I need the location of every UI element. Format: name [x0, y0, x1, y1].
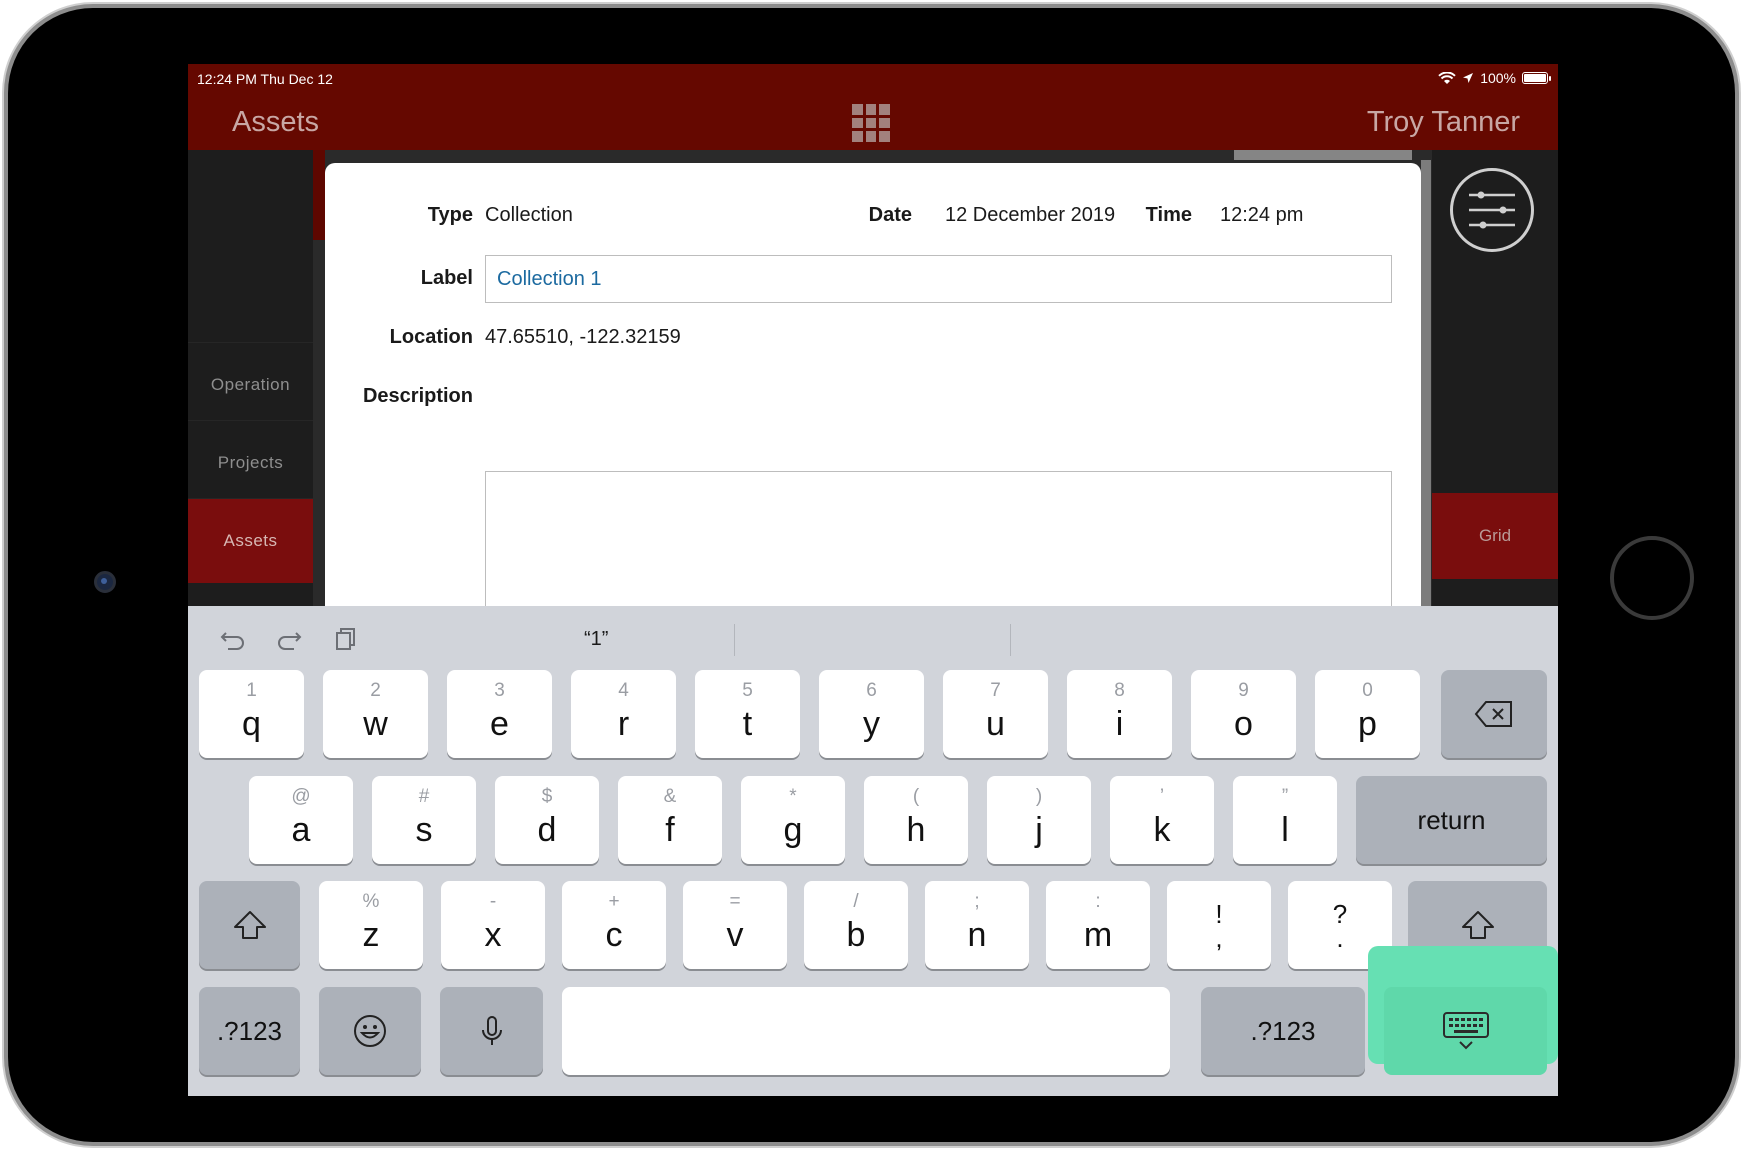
- keyboard: “1” 1q 2w 3e 4r 5t 6y 7u 8i 9o 0p @ a # s …: [188, 606, 1558, 1096]
- location-label: Location: [389, 326, 473, 348]
- key-w[interactable]: 2w: [323, 670, 428, 758]
- location-arrow-icon: [1463, 73, 1474, 83]
- user-name[interactable]: Troy Tanner: [1367, 106, 1520, 139]
- key-l[interactable]: ” l: [1233, 776, 1337, 864]
- redo-icon[interactable]: [274, 624, 304, 654]
- shortcut-bar: “1”: [188, 606, 1558, 672]
- sidebar-item-projects[interactable]: Projects: [188, 420, 313, 505]
- space-key[interactable]: [562, 987, 1170, 1075]
- battery-percent: 100%: [1480, 70, 1516, 86]
- key-q[interactable]: 1q: [199, 670, 304, 758]
- dictation-key[interactable]: [440, 987, 543, 1075]
- front-camera: [94, 571, 116, 593]
- sliders-icon[interactable]: [1450, 168, 1534, 252]
- key-o[interactable]: 9o: [1191, 670, 1296, 758]
- microphone-icon: [481, 1016, 502, 1045]
- key-y[interactable]: 6y: [819, 670, 924, 758]
- status-bar: 12:24 PM Thu Dec 12 100%: [188, 64, 1558, 92]
- key-t[interactable]: 5t: [695, 670, 800, 758]
- home-button[interactable]: [1610, 536, 1694, 620]
- sidebar-item-operation[interactable]: Operation: [188, 342, 313, 427]
- key-s[interactable]: # s: [372, 776, 476, 864]
- nav-bar: Assets Troy Tanner: [188, 92, 1558, 150]
- backspace-key[interactable]: [1441, 670, 1547, 758]
- grid-icon[interactable]: [852, 104, 890, 142]
- emoji-key[interactable]: [319, 987, 421, 1075]
- key-g[interactable]: * g: [741, 776, 845, 864]
- label-input[interactable]: Collection 1: [485, 255, 1392, 303]
- delete-icon: [1474, 701, 1512, 727]
- key-k[interactable]: ’ k: [1110, 776, 1214, 864]
- suggestion-1[interactable]: “1”: [584, 628, 608, 651]
- date-value: 12 December 2019: [945, 204, 1116, 226]
- sidebar-item-assets[interactable]: Assets: [188, 498, 313, 583]
- key-p[interactable]: 0p: [1315, 670, 1420, 758]
- key-exclaim-comma[interactable]: !,: [1167, 881, 1271, 969]
- shift-key-left[interactable]: [199, 881, 300, 969]
- key-a[interactable]: @ a: [249, 776, 353, 864]
- side-nav: Operation Projects Assets: [188, 150, 325, 610]
- grid-tab[interactable]: Grid: [1432, 493, 1558, 579]
- description-label: Description: [362, 385, 473, 407]
- shift-icon: [1461, 911, 1494, 939]
- suggestion-separator: [1010, 624, 1011, 656]
- key-z[interactable]: % z: [319, 881, 423, 969]
- suggestion-separator: [734, 624, 735, 656]
- status-time: 12:24 PM Thu Dec 12: [197, 71, 333, 87]
- key-h[interactable]: (h: [864, 776, 968, 864]
- wifi-icon: [1438, 71, 1456, 84]
- key-b[interactable]: / b: [804, 881, 908, 969]
- battery-icon: [1522, 72, 1551, 84]
- asset-form: Type Collection Date 12 December 2019 Ti…: [325, 163, 1421, 617]
- key-u[interactable]: 7u: [943, 670, 1048, 758]
- description-input[interactable]: [485, 471, 1392, 617]
- key-m[interactable]: :m: [1046, 881, 1150, 969]
- key-d[interactable]: $ d: [495, 776, 599, 864]
- status-right: 100%: [1438, 70, 1551, 86]
- undo-icon[interactable]: [218, 624, 248, 654]
- right-panel: Grid: [1432, 150, 1558, 610]
- time-label: Time: [1145, 204, 1192, 226]
- date-label: Date: [868, 204, 912, 226]
- numbers-key-right[interactable]: .?123: [1201, 987, 1365, 1075]
- key-n[interactable]: ; n: [925, 881, 1029, 969]
- emoji-icon: [354, 1015, 386, 1047]
- key-v[interactable]: = v: [683, 881, 787, 969]
- label-label: Label: [420, 267, 473, 289]
- numbers-key-left[interactable]: .?123: [199, 987, 300, 1075]
- location-value: 47.65510, -122.32159: [485, 326, 681, 348]
- modal-backdrop-edge: [1234, 150, 1412, 160]
- type-value: Collection: [485, 204, 573, 226]
- shift-icon: [233, 911, 266, 939]
- hide-keyboard-key[interactable]: [1384, 987, 1547, 1075]
- key-i[interactable]: 8i: [1067, 670, 1172, 758]
- key-c[interactable]: + c: [562, 881, 666, 969]
- type-label: Type: [427, 204, 473, 226]
- key-x[interactable]: -x: [441, 881, 545, 969]
- time-value: 12:24 pm: [1220, 204, 1304, 226]
- nav-title: Assets: [232, 106, 320, 138]
- hide-keyboard-icon: [1442, 1012, 1489, 1050]
- key-e[interactable]: 3e: [447, 670, 552, 758]
- nav-accent: [313, 150, 325, 240]
- modal-edge: [1421, 160, 1431, 610]
- key-f[interactable]: & f: [618, 776, 722, 864]
- return-key[interactable]: return: [1356, 776, 1547, 864]
- key-r[interactable]: 4r: [571, 670, 676, 758]
- key-j[interactable]: ) j: [987, 776, 1091, 864]
- paste-icon[interactable]: [330, 624, 360, 654]
- screen: 12:24 PM Thu Dec 12 100% Assets Troy Tan…: [188, 64, 1558, 1096]
